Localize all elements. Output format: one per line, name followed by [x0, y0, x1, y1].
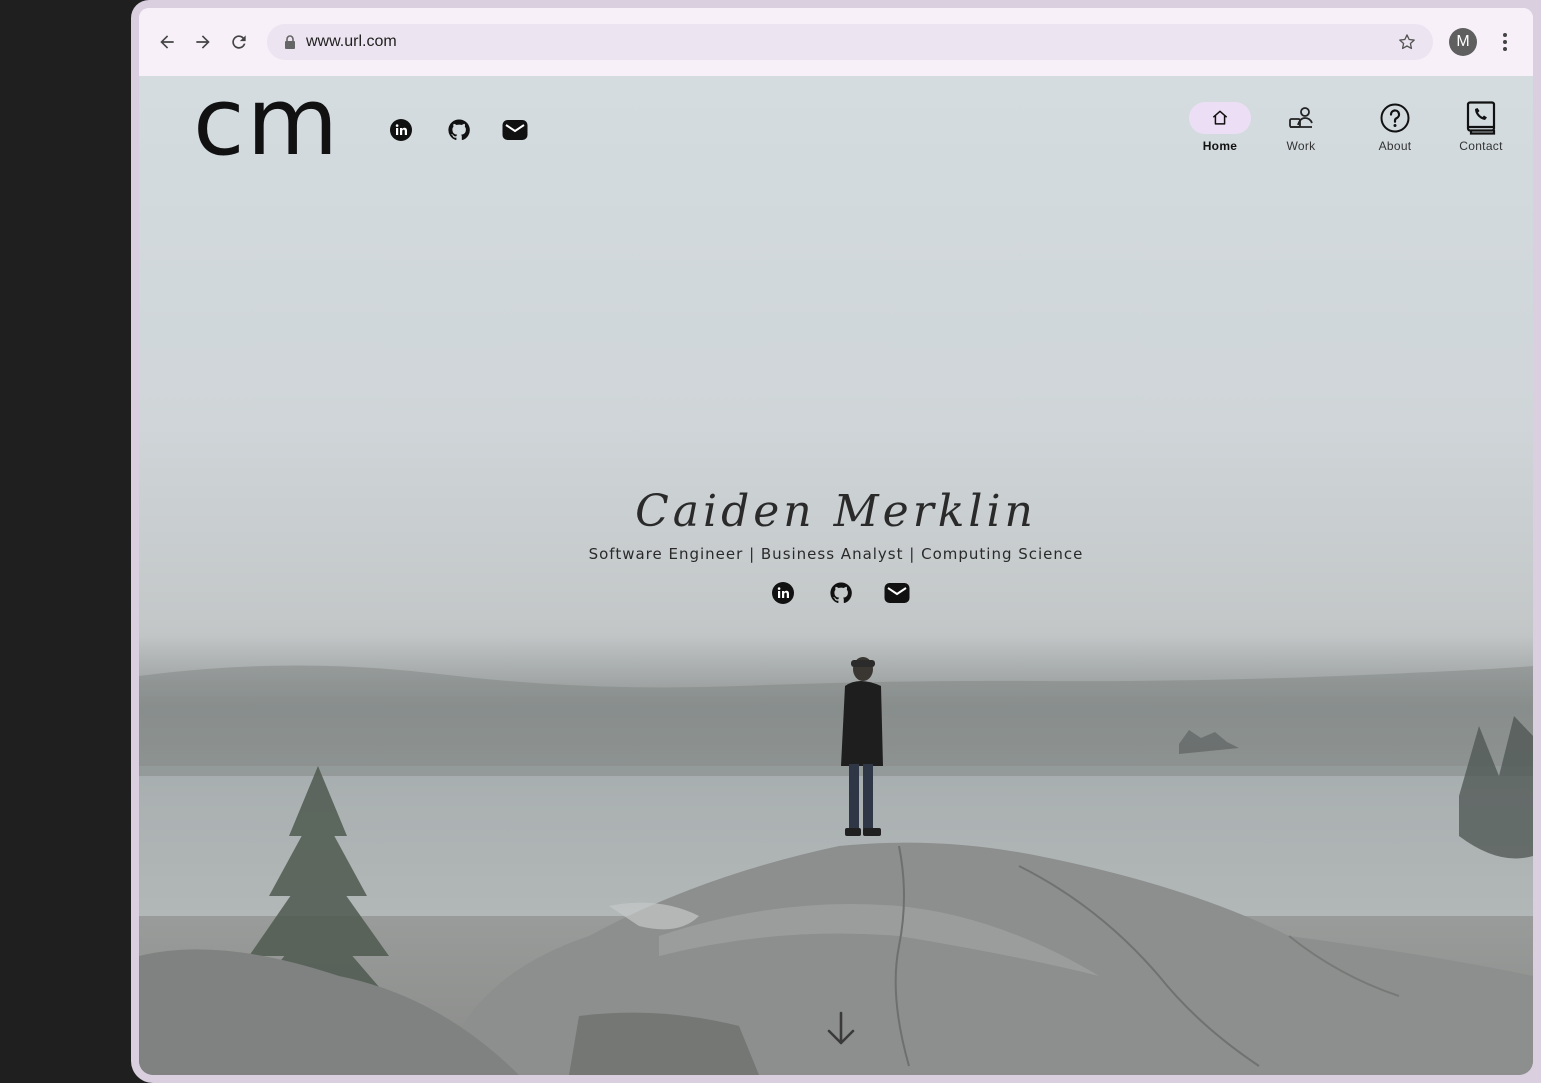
help-circle-icon [1380, 103, 1410, 133]
nav-contact-label: Contact [1459, 139, 1503, 153]
webpage: cm Home Work About Contact Caiden Merkli… [139, 76, 1533, 1075]
bookmark-star-icon[interactable] [1397, 32, 1417, 52]
more-menu-icon[interactable] [1495, 30, 1515, 54]
hero-background-image [139, 657, 1533, 1075]
work-icon [1289, 107, 1313, 128]
lock-icon [285, 35, 295, 49]
hero-name: Caiden Merklin [635, 486, 1037, 537]
nav-work[interactable]: Work [1261, 102, 1341, 153]
forward-icon[interactable] [189, 28, 217, 56]
linkedin-icon[interactable] [387, 116, 415, 144]
address-bar[interactable]: www.url.com [267, 24, 1433, 60]
device-frame: www.url.com M cm Home Work About Contact… [131, 0, 1541, 1083]
scroll-down-arrow-icon[interactable] [825, 1011, 857, 1047]
nav-contact[interactable]: Contact [1441, 101, 1521, 153]
back-icon[interactable] [153, 28, 181, 56]
linkedin-icon[interactable] [769, 579, 797, 607]
nav-home[interactable]: Home [1180, 102, 1260, 153]
browser-window: www.url.com M cm Home Work About Contact… [139, 8, 1533, 1075]
nav-home-label: Home [1202, 139, 1238, 153]
home-icon [1212, 110, 1228, 125]
nav-about[interactable]: About [1355, 102, 1435, 153]
nav-about-label: About [1378, 139, 1412, 153]
github-icon[interactable] [445, 116, 473, 144]
mail-icon[interactable] [883, 579, 911, 607]
mail-icon[interactable] [501, 116, 529, 144]
profile-avatar[interactable]: M [1449, 28, 1477, 56]
browser-toolbar: www.url.com M [139, 8, 1533, 77]
github-icon[interactable] [827, 579, 855, 607]
site-logo[interactable]: cm [193, 76, 340, 170]
contact-book-icon [1466, 101, 1496, 135]
reload-icon[interactable] [225, 28, 253, 56]
url-text: www.url.com [306, 33, 397, 50]
hero-subtitle: Software Engineer | Business Analyst | C… [588, 545, 1084, 563]
nav-work-label: Work [1286, 139, 1316, 153]
